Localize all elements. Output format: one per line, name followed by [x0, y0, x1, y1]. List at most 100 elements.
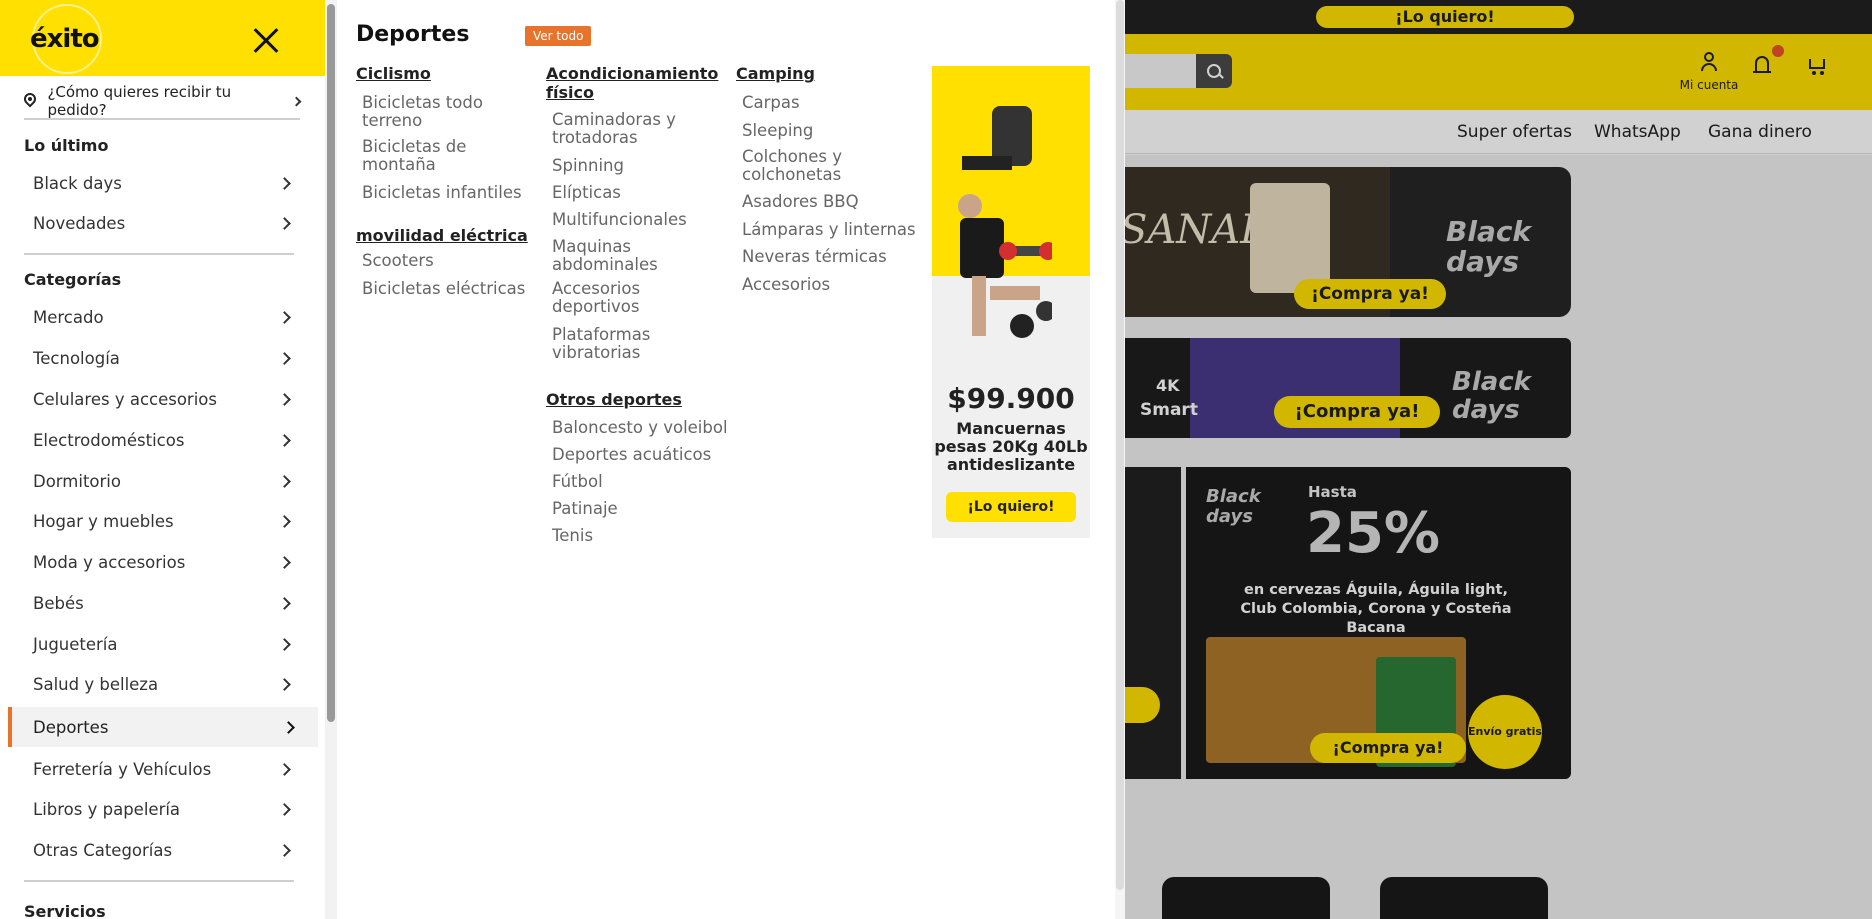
subcategory-head-camping[interactable]: Camping [736, 64, 815, 83]
section-title-servicios: Servicios [24, 902, 106, 919]
drawer-item-label: Mercado [33, 307, 104, 327]
drawer-item-jugueteria[interactable]: Juguetería [8, 624, 318, 664]
drawer-item-moda-y-accesorios[interactable]: Moda y accesorios [8, 542, 318, 582]
chevron-right-icon [278, 597, 291, 610]
drawer-item-label: Ferretería y Vehículos [33, 759, 212, 779]
delivery-label: ¿Cómo quieres recibir tu pedido? [47, 83, 232, 119]
subcategory-link-neveras-termicas[interactable]: Neveras térmicas [742, 248, 887, 266]
subcategory-link-deportes-acuaticos[interactable]: Deportes acuáticos [552, 446, 711, 464]
drawer-item-label: Tecnología [33, 348, 120, 368]
location-pin-icon [24, 93, 37, 109]
subcategory-link-baloncesto-y-voleibol[interactable]: Baloncesto y voleibol [552, 419, 728, 437]
athlete-illustration [958, 106, 1052, 338]
drawer-item-salud-y-belleza[interactable]: Salud y belleza [8, 664, 318, 704]
chevron-right-icon [278, 177, 291, 190]
drawer-item-black-days[interactable]: Black days [8, 163, 318, 203]
drawer-item-bebes[interactable]: Bebés [8, 583, 318, 623]
drawer-scrollbar-thumb[interactable] [327, 4, 335, 722]
chevron-right-icon [278, 352, 291, 365]
subcategory-link-maquinas-abdominales[interactable]: Maquinas abdominales [552, 238, 732, 274]
subcategory-link-patinaje[interactable]: Patinaje [552, 500, 618, 518]
chevron-right-icon [278, 803, 291, 816]
subcategory-link-tenis[interactable]: Tenis [552, 527, 593, 545]
drawer-item-hogar-y-muebles[interactable]: Hogar y muebles [8, 501, 318, 541]
chevron-right-icon [278, 475, 291, 488]
section-title-categorias: Categorías [24, 270, 122, 289]
category-drawer: éxito ¿Cómo quieres recibir tu pedido? L… [0, 0, 325, 919]
chevron-right-icon [278, 217, 291, 230]
drawer-item-label: Libros y papelería [33, 799, 181, 819]
promo-description: Mancuernas pesas 20Kg 40Lb antideslizant… [934, 419, 1088, 474]
delivery-selector[interactable]: ¿Cómo quieres recibir tu pedido? [24, 83, 302, 120]
drawer-item-label: Moda y accesorios [33, 552, 186, 572]
drawer-item-celulares-y-accesorios[interactable]: Celulares y accesorios [8, 379, 318, 419]
subcategory-head-acondicionamiento-fisico[interactable]: Acondicionamiento físico [546, 64, 726, 102]
drawer-item-label: Bebés [33, 593, 84, 613]
subcategory-link-asadores-bbq[interactable]: Asadores BBQ [742, 193, 859, 211]
panel-scrollbar-thumb[interactable] [1116, 0, 1124, 890]
drawer-item-dormitorio[interactable]: Dormitorio [8, 461, 318, 501]
subcategory-link-accesorios-deportivos[interactable]: Accesorios deportivos [552, 280, 732, 316]
drawer-item-label: Black days [33, 173, 122, 193]
subcategory-head-movilidad-electrica[interactable]: movilidad eléctrica [356, 226, 528, 245]
chevron-right-icon [291, 96, 302, 106]
chevron-right-icon [278, 311, 291, 324]
drawer-item-label: Celulares y accesorios [33, 389, 217, 409]
subcategory-head-otros-deportes[interactable]: Otros deportes [546, 390, 682, 409]
subcategory-link-scooters[interactable]: Scooters [362, 252, 434, 270]
promo-banner-mancuernas[interactable]: $99.900 Mancuernas pesas 20Kg 40Lb antid… [932, 66, 1090, 538]
chevron-right-icon [278, 434, 291, 447]
subcategory-link-bicicletas-de-montana[interactable]: Bicicletas de montaña [362, 138, 532, 174]
subcategory-link-bicicletas-infantiles[interactable]: Bicicletas infantiles [362, 184, 522, 202]
promo-cta-button[interactable]: ¡Lo quiero! [946, 492, 1076, 522]
drawer-item-label: Deportes [33, 717, 109, 737]
subcategory-link-spinning[interactable]: Spinning [552, 157, 624, 175]
chevron-right-icon [278, 638, 291, 651]
chevron-right-icon [278, 763, 291, 776]
drawer-item-label: Dormitorio [33, 471, 121, 491]
section-title-lo-ultimo: Lo último [24, 136, 109, 155]
subcategory-link-bicicletas-electricas[interactable]: Bicicletas eléctricas [362, 280, 525, 298]
drawer-item-label: Hogar y muebles [33, 511, 174, 531]
panel-title: Deportes [356, 22, 470, 47]
drawer-item-deportes[interactable]: Deportes [8, 707, 318, 747]
subcategory-head-ciclismo[interactable]: Ciclismo [356, 64, 431, 83]
chevron-right-icon [278, 393, 291, 406]
subcategory-link-accesorios[interactable]: Accesorios [742, 276, 830, 294]
drawer-item-label: Salud y belleza [33, 674, 159, 694]
drawer-item-novedades[interactable]: Novedades [8, 203, 318, 243]
subcategory-link-elipticas[interactable]: Elípticas [552, 184, 621, 202]
drawer-header: éxito [0, 0, 325, 76]
divider [24, 880, 294, 882]
drawer-scrollbar[interactable] [325, 0, 337, 919]
panel-scrollbar[interactable] [1115, 0, 1125, 919]
drawer-item-otras-categorias[interactable]: Otras Categorías [8, 830, 318, 870]
ver-todo-button[interactable]: Ver todo [525, 26, 592, 46]
subcategory-link-bicicletas-todo-terreno[interactable]: Bicicletas todo terreno [362, 94, 532, 130]
subcategory-link-multifuncionales[interactable]: Multifuncionales [552, 211, 687, 229]
subcategory-link-futbol[interactable]: Fútbol [552, 473, 603, 491]
drawer-item-label: Otras Categorías [33, 840, 173, 860]
drawer-item-label: Novedades [33, 213, 126, 233]
drawer-item-label: Juguetería [33, 634, 118, 654]
subcategory-link-caminadoras-y-trotadoras[interactable]: Caminadoras y trotadoras [552, 111, 732, 147]
subcategory-link-plataformas-vibratorias[interactable]: Plataformas vibratorias [552, 326, 732, 362]
drawer-item-libros-y-papeleria[interactable]: Libros y papelería [8, 789, 318, 829]
drawer-item-tecnologia[interactable]: Tecnología [8, 338, 318, 378]
chevron-right-icon [278, 556, 291, 569]
chevron-right-icon [282, 721, 295, 734]
chevron-right-icon [278, 844, 291, 857]
close-icon[interactable] [250, 24, 282, 56]
drawer-item-ferreteria-y-vehiculos[interactable]: Ferretería y Vehículos [8, 749, 318, 789]
chevron-right-icon [278, 678, 291, 691]
subcategory-link-lamparas-y-linternas[interactable]: Lámparas y linternas [742, 221, 916, 239]
divider [24, 253, 294, 255]
subcategory-link-colchones-y-colchonetas[interactable]: Colchones y colchonetas [742, 148, 922, 184]
exito-logo[interactable]: éxito [30, 24, 100, 54]
subcategory-link-sleeping[interactable]: Sleeping [742, 122, 813, 140]
drawer-item-mercado[interactable]: Mercado [8, 297, 318, 337]
subcategory-link-carpas[interactable]: Carpas [742, 94, 800, 112]
chevron-right-icon [278, 515, 291, 528]
promo-price: $99.900 [947, 382, 1075, 415]
drawer-item-electrodomesticos[interactable]: Electrodomésticos [8, 420, 318, 460]
